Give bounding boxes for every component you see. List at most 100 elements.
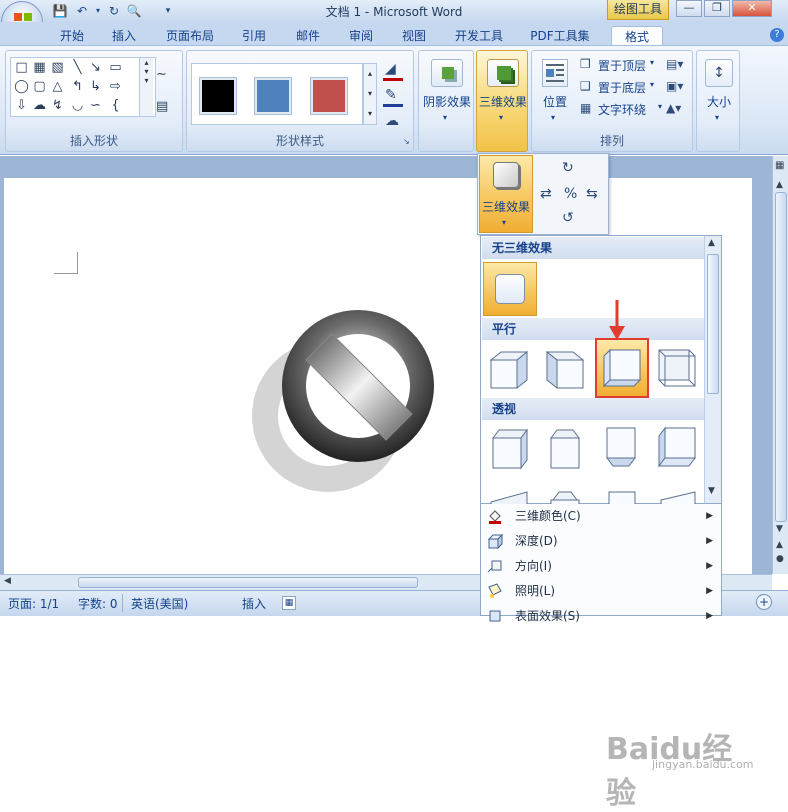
send-back-dropdown-icon[interactable]: ▾	[650, 80, 654, 89]
3d-effects-ribbon-icon[interactable]	[487, 59, 519, 87]
status-insert-mode[interactable]: 插入	[242, 595, 266, 613]
tab-page-layout[interactable]: 页面布局	[160, 26, 220, 46]
menu-depth[interactable]: 深度(D) ▶	[481, 529, 721, 553]
bring-to-front-button[interactable]: 置于顶层	[598, 57, 646, 74]
no-symbol-3d-shape[interactable]	[248, 306, 444, 502]
right-arrow-shape-icon[interactable]: ⇨	[107, 78, 124, 95]
undo-dropdown-icon[interactable]: ▾	[90, 3, 106, 19]
edit-points-icon[interactable]: ∼	[156, 67, 178, 85]
lightning-shape-icon[interactable]: ↯	[49, 97, 66, 114]
tab-view[interactable]: 视图	[394, 26, 434, 46]
vertical-scrollbar[interactable]: ▦ ▲ ▼ ▲ ●	[772, 156, 788, 574]
3d-effects-ribbon-button[interactable]: 三维效果	[477, 93, 529, 110]
parallel-option-2[interactable]	[543, 346, 587, 390]
help-icon[interactable]: ?	[770, 28, 784, 42]
shape-outline-icon[interactable]: ✎	[385, 87, 397, 103]
rectangle-shape-icon[interactable]: ▭	[107, 59, 124, 76]
group-objects-icon[interactable]: ▣▾	[666, 79, 683, 93]
shape-fill-icon[interactable]: ◢	[385, 61, 396, 77]
text-wrap-dropdown-icon[interactable]: ▾	[658, 102, 662, 111]
arrow-line-icon[interactable]: ↘	[87, 59, 104, 76]
menu-direction[interactable]: 方向(I) ▶	[481, 554, 721, 578]
shadow-effects-button[interactable]: 阴影效果	[419, 93, 475, 110]
dialog-launcher-icon[interactable]: ↘	[403, 137, 410, 146]
text-wrapping-icon[interactable]: ▦	[580, 101, 591, 115]
macro-record-icon[interactable]: ▦	[282, 596, 296, 610]
scroll-left-icon[interactable]: ◀	[4, 576, 11, 586]
status-language[interactable]: 英语(美国)	[131, 595, 188, 613]
3d-effects-popup-button[interactable]: 三维效果 ▾	[479, 155, 533, 233]
ruler-toggle-icon[interactable]: ▦	[775, 160, 784, 171]
vertical-text-box-icon[interactable]: ▧	[49, 59, 66, 76]
text-wrapping-button[interactable]: 文字环绕	[598, 101, 646, 118]
print-preview-icon[interactable]: 🔍	[126, 3, 142, 19]
change-shape-icon[interactable]: ☁	[385, 113, 399, 129]
perspective-option-2[interactable]	[543, 426, 587, 470]
style-swatch-blue[interactable]	[255, 78, 291, 114]
position-dropdown-icon[interactable]: ▾	[551, 113, 555, 122]
vertical-scroll-thumb[interactable]	[775, 192, 787, 522]
brace-shape-icon[interactable]: {	[107, 97, 124, 114]
text-box-shape-icon[interactable]: □	[13, 59, 30, 76]
menu-surface[interactable]: 表面效果(S) ▶	[481, 604, 721, 628]
shapes-gallery-scroll[interactable]: ▴ ▾ ▾	[139, 58, 153, 116]
size-dropdown-icon[interactable]: ▾	[715, 113, 719, 122]
oval-shape-icon[interactable]: ◯	[13, 78, 30, 95]
tilt-down-icon[interactable]: ↺	[562, 210, 574, 226]
minimize-button[interactable]: —	[676, 0, 702, 17]
tab-review[interactable]: 审阅	[341, 26, 381, 46]
bring-to-front-icon[interactable]: ❒	[580, 57, 591, 71]
text-box-a-icon[interactable]: ▦	[31, 59, 48, 76]
perspective-option-3[interactable]	[599, 426, 643, 470]
curve-shape-icon[interactable]: ∽	[87, 97, 104, 114]
parallel-option-4[interactable]	[655, 346, 699, 390]
bring-front-dropdown-icon[interactable]: ▾	[650, 58, 654, 67]
tab-developer[interactable]: 开发工具	[448, 26, 510, 46]
horizontal-scroll-thumb[interactable]	[78, 577, 418, 588]
cloud-shape-icon[interactable]: ☁	[31, 97, 48, 114]
gallery-scrollbar[interactable]: ▲ ▼	[704, 236, 721, 503]
no-3d-effect-option[interactable]	[483, 262, 537, 316]
close-button[interactable]: ✕	[732, 0, 772, 17]
perspective-option-4[interactable]	[655, 426, 699, 470]
prev-page-icon[interactable]: ▲	[776, 540, 783, 550]
tab-pdf-tools[interactable]: PDF工具集	[524, 26, 596, 46]
scroll-up-icon[interactable]: ▲	[776, 180, 783, 190]
shadow-dropdown-icon[interactable]: ▾	[443, 113, 447, 122]
gallery-scroll-up-icon[interactable]: ▲	[708, 238, 715, 248]
down-arrow-shape-icon[interactable]: ⇩	[13, 97, 30, 114]
zoom-in-icon[interactable]: +	[756, 594, 772, 610]
3d-toggle-icon[interactable]: %	[564, 186, 577, 202]
style-gallery-scroll[interactable]: ▴ ▾ ▾	[363, 63, 377, 125]
status-page[interactable]: 页面: 1/1	[8, 595, 59, 613]
tilt-right-icon[interactable]: ⇆	[586, 186, 598, 202]
save-icon[interactable]: 💾	[52, 3, 68, 19]
shapes-gallery[interactable]: □ ▦ ▧ ╲ ↘ ▭ ◯ ▢ △ ↰ ↳ ⇨ ⇩ ☁ ↯ ◡ ∽ { ▴ ▾ ▾	[10, 57, 156, 117]
parallel-option-3-selected[interactable]	[595, 338, 649, 398]
edit-text-icon[interactable]: ▤	[156, 99, 178, 117]
shadow-effects-icon[interactable]	[431, 59, 463, 87]
perspective-option-1[interactable]	[487, 426, 531, 470]
menu-lighting[interactable]: 照明(L) ▶	[481, 579, 721, 603]
arc-shape-icon[interactable]: ◡	[69, 97, 86, 114]
tab-home[interactable]: 开始	[52, 26, 92, 46]
rounded-rect-icon[interactable]: ▢	[31, 78, 48, 95]
send-to-back-button[interactable]: 置于底层	[598, 79, 646, 96]
elbow-arrow-icon[interactable]: ↳	[87, 78, 104, 95]
tab-insert[interactable]: 插入	[104, 26, 144, 46]
line-shape-icon[interactable]: ╲	[69, 59, 86, 76]
tab-references[interactable]: 引用	[234, 26, 274, 46]
align-icon[interactable]: ▤▾	[666, 57, 683, 71]
elbow-connector-icon[interactable]: ↰	[69, 78, 86, 95]
tab-mailings[interactable]: 邮件	[288, 26, 328, 46]
restore-button[interactable]: ❐	[704, 0, 730, 17]
position-icon[interactable]	[542, 59, 568, 87]
triangle-shape-icon[interactable]: △	[49, 78, 66, 95]
rotate-icon[interactable]: ▲▾	[666, 101, 681, 115]
style-swatch-black[interactable]	[200, 78, 236, 114]
3d-effects-dropdown-icon[interactable]: ▾	[499, 113, 503, 122]
scroll-down-icon[interactable]: ▼	[776, 524, 783, 534]
tab-format[interactable]: 格式	[611, 26, 663, 46]
parallel-option-1[interactable]	[487, 346, 531, 390]
size-icon[interactable]: ↕	[705, 59, 733, 87]
